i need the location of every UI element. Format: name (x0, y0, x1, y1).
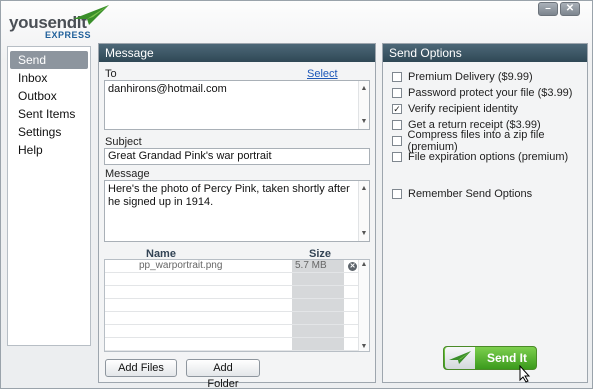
send-plane-icon (445, 347, 475, 369)
scroll-down-icon[interactable]: ▼ (359, 343, 369, 350)
sidebar-nav: Send Inbox Outbox Sent Items Settings He… (7, 46, 91, 346)
minimize-button[interactable]: – (538, 2, 558, 16)
file-size: 5.7 MB (295, 260, 327, 271)
add-folder-button[interactable]: Add Folder (186, 359, 260, 389)
scroll-up-icon[interactable]: ▲ (359, 261, 369, 268)
subject-label: Subject (105, 136, 142, 148)
table-row (105, 338, 358, 351)
remove-file-icon[interactable]: ✕ (348, 262, 357, 271)
window-controls: – ✕ (538, 2, 580, 16)
files-scrollbar[interactable]: ▲ ▼ (358, 260, 369, 351)
option-remember-send-options[interactable]: Remember Send Options (392, 187, 532, 201)
option-label: Password protect your file ($3.99) (408, 87, 573, 99)
message-panel-header: Message (99, 44, 375, 62)
to-label: To (105, 68, 117, 80)
checkbox[interactable] (392, 88, 402, 98)
nav-item-outbox[interactable]: Outbox (10, 87, 88, 105)
table-row (105, 299, 358, 312)
checkbox-checked[interactable]: ✓ (392, 104, 402, 114)
scroll-up-icon[interactable]: ▲ (359, 182, 369, 195)
scroll-down-icon[interactable]: ▼ (359, 115, 369, 128)
option-label: Verify recipient identity (408, 103, 519, 115)
checkbox[interactable] (392, 136, 402, 146)
to-value: danhirons@hotmail.com (108, 83, 227, 95)
file-name: pp_warportrait.png (139, 260, 223, 271)
option-label: Remember Send Options (408, 188, 533, 200)
table-row (105, 286, 358, 299)
yousendit-logo: yousendit EXPRESS (9, 5, 109, 41)
mouse-cursor-icon (519, 365, 531, 383)
checkbox[interactable] (392, 72, 402, 82)
option-verify-recipient[interactable]: ✓ Verify recipient identity (392, 102, 518, 116)
message-panel: Message To Select Contacts danhirons@hot… (98, 43, 376, 389)
logo-subtext: EXPRESS (45, 30, 92, 40)
paper-plane-icon (73, 5, 109, 25)
checkbox[interactable] (392, 189, 402, 199)
option-compress-zip[interactable]: Compress files into a zip file (premium) (392, 129, 587, 153)
app-window: yousendit EXPRESS – ✕ Send Inbox Outbox … (0, 0, 593, 389)
subject-value: Great Grandad Pink's war portrait (108, 150, 272, 162)
table-row[interactable]: pp_warportrait.png 5.7 MB ✕ (105, 260, 358, 273)
nav-item-inbox[interactable]: Inbox (10, 69, 88, 87)
message-scrollbar[interactable]: ▲ ▼ (358, 181, 369, 241)
nav-item-settings[interactable]: Settings (10, 123, 88, 141)
add-files-button[interactable]: Add Files (105, 359, 177, 377)
option-premium-delivery[interactable]: Premium Delivery ($9.99) (392, 70, 533, 84)
checkbox[interactable] (392, 120, 402, 130)
option-password-protect[interactable]: Password protect your file ($3.99) (392, 86, 572, 100)
table-row (105, 312, 358, 325)
message-label: Message (105, 168, 150, 180)
files-table: pp_warportrait.png 5.7 MB ✕ ▲ ▼ (104, 259, 370, 352)
option-label: Premium Delivery ($9.99) (408, 71, 533, 83)
message-body-field[interactable]: Here's the photo of Percy Pink, taken sh… (104, 180, 370, 242)
table-row (105, 273, 358, 286)
table-row (105, 325, 358, 338)
nav-item-help[interactable]: Help (10, 141, 88, 159)
send-options-header: Send Options (383, 44, 587, 62)
to-scrollbar[interactable]: ▲ ▼ (358, 81, 369, 129)
checkbox[interactable] (392, 152, 402, 162)
subject-field[interactable]: Great Grandad Pink's war portrait (104, 148, 370, 165)
to-field[interactable]: danhirons@hotmail.com ▲ ▼ (104, 80, 370, 130)
nav-item-sent-items[interactable]: Sent Items (10, 105, 88, 123)
option-file-expiration[interactable]: File expiration options (premium) (392, 150, 568, 164)
message-body-value: Here's the photo of Percy Pink, taken sh… (108, 183, 350, 208)
option-label: File expiration options (premium) (408, 151, 569, 163)
scroll-up-icon[interactable]: ▲ (359, 82, 369, 95)
scroll-down-icon[interactable]: ▼ (359, 227, 369, 240)
send-options-panel: Send Options Premium Delivery ($9.99) Pa… (382, 43, 588, 383)
send-it-label: Send It (487, 351, 528, 365)
close-button[interactable]: ✕ (560, 2, 580, 16)
nav-item-send[interactable]: Send (10, 51, 88, 69)
